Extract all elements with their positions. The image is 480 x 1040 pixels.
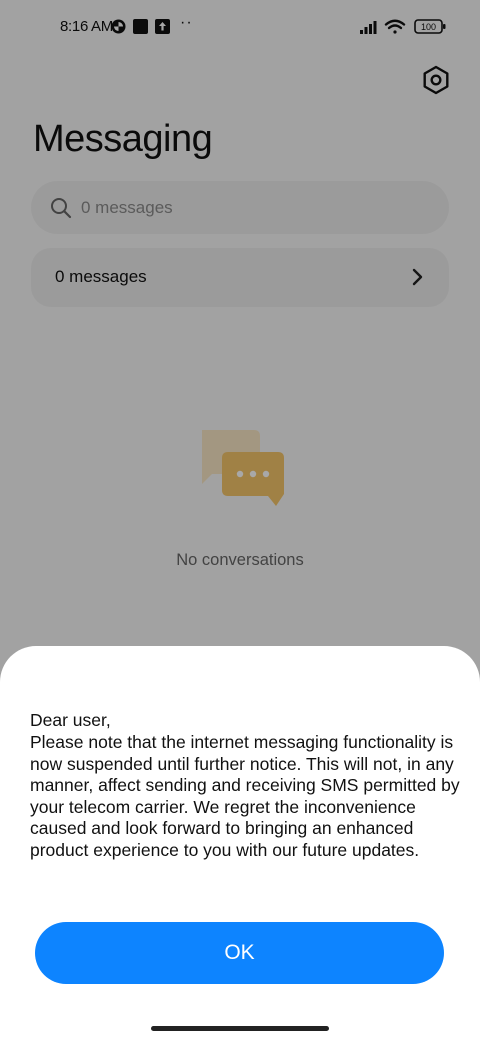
home-indicator[interactable] <box>151 1026 329 1031</box>
dialog-greeting: Dear user, <box>30 710 111 730</box>
messaging-app: 8:16 AM ·· 100 Messaging 0 messages 0 me… <box>0 0 480 1040</box>
notice-dialog: Dear user, Please note that the internet… <box>0 646 480 1040</box>
dialog-message: Please note that the internet messaging … <box>30 732 460 860</box>
ok-button[interactable]: OK <box>35 922 444 984</box>
